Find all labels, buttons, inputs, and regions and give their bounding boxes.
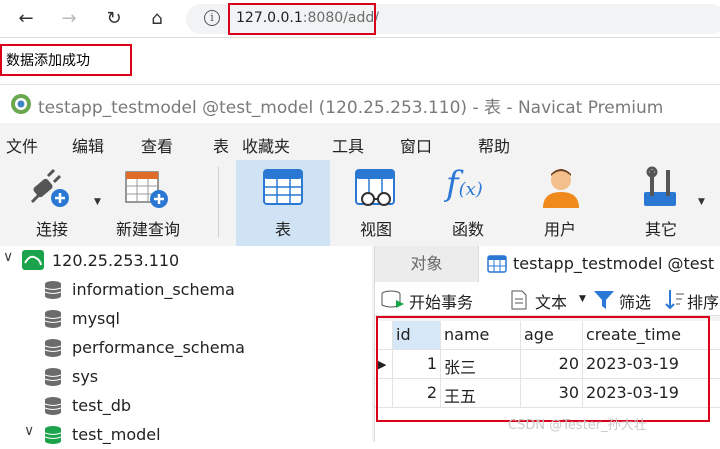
view-icon <box>355 169 395 206</box>
text-button[interactable]: 文本 <box>535 289 567 313</box>
menu-help[interactable]: 帮助 <box>478 133 510 157</box>
menu-edit[interactable]: 编辑 <box>72 133 104 157</box>
new-query-icon <box>125 171 168 208</box>
response-highlight-box <box>0 44 132 76</box>
tree-db-row[interactable]: mysql <box>0 304 372 333</box>
tree-db-label: mysql <box>72 309 120 328</box>
table-icon <box>263 169 303 205</box>
tab-objects[interactable]: 对象 <box>375 246 479 282</box>
reload-button[interactable]: ↻ <box>102 7 126 31</box>
tree-connection-label: 120.25.253.110 <box>52 251 180 270</box>
text-dropdown-icon[interactable]: ▼ <box>579 294 586 304</box>
begin-transaction-icon <box>381 290 404 308</box>
tools-icon <box>644 166 676 206</box>
text-doc-icon <box>511 290 527 310</box>
menu-bar: 文件 编辑 查看 表 收藏夹 工具 窗口 帮助 <box>0 127 720 157</box>
tree-db-label: test_model <box>72 425 161 444</box>
connect-dropdown-icon[interactable]: ▼ <box>94 197 101 207</box>
filter-button[interactable]: 筛选 <box>619 289 651 313</box>
new-query-label: 新建查询 <box>115 220 180 239</box>
function-label: 函数 <box>451 220 484 239</box>
filter-icon <box>594 291 614 309</box>
database-icon <box>44 281 62 299</box>
tree-db-label: sys <box>72 367 99 386</box>
info-icon[interactable]: i <box>204 10 220 26</box>
menu-file[interactable]: 文件 <box>6 133 38 157</box>
database-icon <box>44 426 62 444</box>
plug-icon <box>30 168 69 207</box>
navicat-logo-icon <box>11 94 31 114</box>
data-toolbar: 开始事务 文本 ▼ 筛选 排序 <box>375 282 720 316</box>
database-icon <box>44 368 62 386</box>
tab-table-data[interactable]: testapp_testmodel @test <box>479 246 720 282</box>
tree-db-row[interactable]: test_db <box>0 391 372 420</box>
tab-table-label: testapp_testmodel @test <box>513 254 715 273</box>
connect-button[interactable]: ▼ 连接 <box>0 160 104 246</box>
tree-db-label: performance_schema <box>72 338 245 357</box>
database-icon <box>44 310 62 328</box>
menu-window[interactable]: 窗口 <box>400 133 432 157</box>
toolbar-divider <box>218 167 219 237</box>
tree-connection-row[interactable]: ∨ 120.25.253.110 <box>0 246 372 275</box>
other-label: 其它 <box>644 220 677 239</box>
tree-db-label: information_schema <box>72 280 235 299</box>
function-button[interactable]: f(x) 函数 <box>426 160 510 246</box>
connect-label: 连接 <box>35 220 68 239</box>
view-button[interactable]: 视图 <box>334 160 418 246</box>
home-button[interactable]: ⌂ <box>145 7 169 31</box>
table-button[interactable]: 表 <box>236 160 330 246</box>
function-icon: f(x) <box>446 164 483 204</box>
table-label: 表 <box>274 220 291 239</box>
url-highlight-box <box>228 3 376 35</box>
begin-transaction-button[interactable]: 开始事务 <box>409 289 473 313</box>
database-icon <box>44 339 62 357</box>
other-dropdown-icon[interactable]: ▼ <box>698 197 705 207</box>
tree-db-label: test_db <box>72 396 132 415</box>
table-icon <box>487 255 507 273</box>
tree-db-row[interactable]: sys <box>0 362 372 391</box>
connection-tree: ∨ 120.25.253.110 information_schema mysq… <box>0 246 372 444</box>
tree-db-row[interactable]: performance_schema <box>0 333 372 362</box>
menu-tools[interactable]: 工具 <box>332 133 364 157</box>
window-title: testapp_testmodel @test_model (120.25.25… <box>38 98 664 118</box>
other-button[interactable]: ▼ 其它 <box>616 160 706 246</box>
chevron-down-icon[interactable]: ∨ <box>3 249 13 265</box>
sort-button[interactable]: 排序 <box>687 289 719 313</box>
main-toolbar: ▼ 连接 新建查询 表 视图 f(x) 函数 用户 ▼ 其它 <box>0 160 720 246</box>
grid-highlight-box <box>376 316 710 422</box>
menu-favorites[interactable]: 收藏夹 <box>242 133 290 157</box>
back-button[interactable]: ← <box>14 7 38 31</box>
menu-table[interactable]: 表 <box>213 133 229 157</box>
new-query-button[interactable]: 新建查询 <box>106 160 190 246</box>
forward-button[interactable]: → <box>57 7 81 31</box>
tree-db-row[interactable]: information_schema <box>0 275 372 304</box>
menu-view[interactable]: 查看 <box>141 133 173 157</box>
chevron-down-icon[interactable]: ∨ <box>24 423 34 439</box>
user-icon <box>543 169 579 208</box>
sort-icon <box>665 290 684 310</box>
database-icon <box>44 397 62 415</box>
user-label: 用户 <box>543 220 576 239</box>
tree-db-row-expanded[interactable]: ∨ test_model <box>0 420 372 449</box>
mysql-connection-icon <box>22 250 44 270</box>
watermark: CSDN @Tester_孙大壮 <box>508 418 647 433</box>
view-label: 视图 <box>359 220 392 239</box>
user-button[interactable]: 用户 <box>518 160 602 246</box>
title-bar: testapp_testmodel @test_model (120.25.25… <box>0 85 720 123</box>
